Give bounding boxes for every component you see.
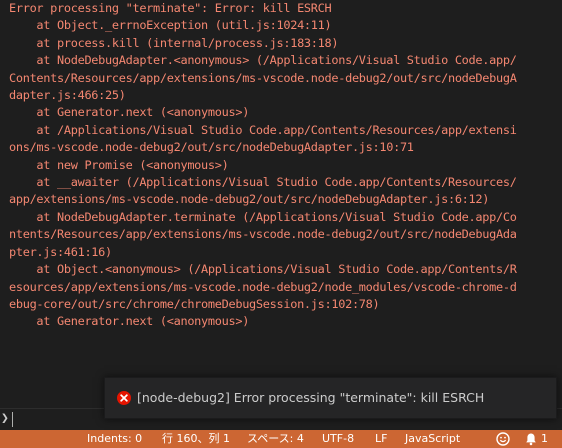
console-line: ebug-core/out/src/chrome/chromeDebugSess… bbox=[9, 296, 380, 311]
console-line: at Object.<anonymous> (/Applications/Vis… bbox=[9, 262, 517, 277]
console-line: dapter.js:466:25) bbox=[9, 88, 126, 103]
console-line: at Generator.next (<anonymous>) bbox=[9, 314, 250, 329]
console-line: at __awaiter (/Applications/Visual Studi… bbox=[9, 175, 517, 190]
notification-message: [node-debug2] Error processing "terminat… bbox=[137, 390, 485, 405]
bell-icon[interactable] bbox=[524, 432, 538, 446]
console-lines: Error processing "terminate": Error: kil… bbox=[9, 0, 517, 331]
console-line: Error processing "terminate": Error: kil… bbox=[9, 1, 332, 15]
console-line: at process.kill (internal/process.js:183… bbox=[9, 35, 339, 50]
console-line: pter.js:461:16) bbox=[9, 244, 112, 259]
status-bar: Indents: 0 行 160、列 1 スペース: 4 UTF-8 LF Ja… bbox=[0, 430, 562, 448]
status-indentation-spaces[interactable]: スペース: 4 bbox=[247, 430, 304, 448]
status-indents[interactable]: Indents: 0 bbox=[87, 430, 142, 448]
status-eol[interactable]: LF bbox=[375, 430, 387, 448]
console-line: at NodeDebugAdapter.terminate (/Applicat… bbox=[9, 209, 517, 224]
console-line: at NodeDebugAdapter.<anonymous> (/Applic… bbox=[9, 53, 517, 68]
text-cursor bbox=[12, 412, 13, 427]
console-line: at Generator.next (<anonymous>) bbox=[9, 105, 250, 120]
status-encoding[interactable]: UTF-8 bbox=[322, 430, 354, 448]
console-line: at /Applications/Visual Studio Code.app/… bbox=[9, 122, 517, 137]
notification-count[interactable]: 1 bbox=[541, 430, 548, 448]
status-language-mode[interactable]: JavaScript bbox=[405, 430, 460, 448]
console-line: at Object._errnoException (util.js:1024:… bbox=[9, 18, 332, 33]
status-cursor-position[interactable]: 行 160、列 1 bbox=[162, 430, 230, 448]
error-notification[interactable]: [node-debug2] Error processing "terminat… bbox=[104, 377, 557, 419]
console-line: Contents/Resources/app/extensions/ms-vsc… bbox=[9, 70, 517, 85]
error-icon bbox=[117, 391, 131, 405]
debug-console-output: Error processing "terminate": Error: kil… bbox=[0, 0, 562, 408]
console-line: at new Promise (<anonymous>) bbox=[9, 157, 229, 172]
console-line: ons/ms-vscode.node-debug2/out/src/nodeDe… bbox=[9, 140, 414, 155]
console-line: esources/app/extensions/ms-vscode.node-d… bbox=[9, 279, 517, 294]
console-line: app/extensions/ms-vscode.node-debug2/out… bbox=[9, 192, 490, 207]
console-line: ntents/Resources/app/extensions/ms-vscod… bbox=[9, 227, 517, 242]
smiley-icon[interactable] bbox=[496, 432, 510, 446]
